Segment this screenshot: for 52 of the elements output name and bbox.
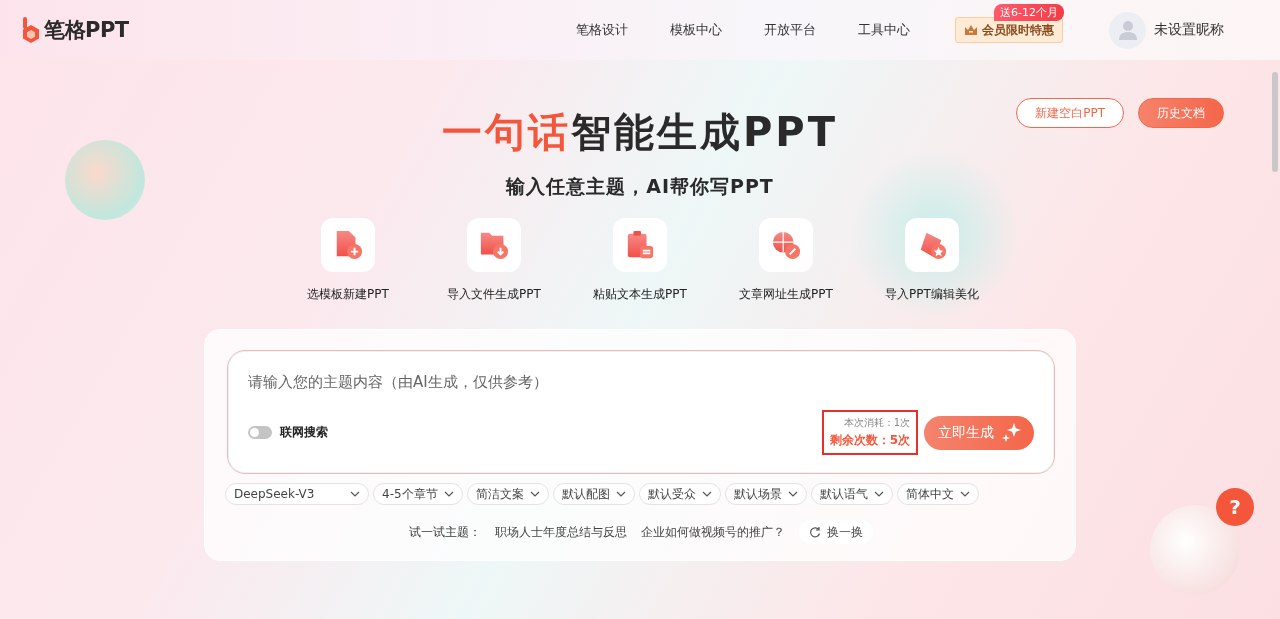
chevron-down-icon [615, 491, 626, 497]
chevron-down-icon [443, 491, 454, 497]
action-label[interactable]: 选模板新建PPT [307, 286, 389, 303]
crown-icon [964, 24, 978, 36]
chevron-down-icon [529, 491, 540, 497]
option-dropdown[interactable]: 简体中文 [896, 483, 979, 505]
chevron-down-icon [873, 491, 884, 497]
promo-badge: 送6-12个月 [994, 4, 1064, 21]
hero-title: 一句话智能生成PPT [442, 108, 838, 157]
nav-link[interactable]: 开放平台 [743, 21, 837, 39]
logo-icon [22, 17, 40, 43]
scrollbar-thumb[interactable] [1272, 72, 1278, 172]
remaining-text: 剩余次数：5次 [829, 432, 910, 449]
action-label[interactable]: 粘贴文本生成PPT [593, 286, 687, 303]
action-label[interactable]: 导入PPT编辑美化 [885, 286, 979, 303]
prompt-field[interactable]: 请输入您的主题内容（由AI生成，仅供参考） 联网搜索 本次消耗：1次 剩余次数：5次 立即生成 [227, 350, 1055, 474]
option-dropdown[interactable]: DeepSeek-V3 [225, 483, 369, 505]
option-dropdown[interactable]: 默认配图 [552, 483, 635, 505]
suggestion-label: 试一试主题： [409, 523, 481, 541]
action-tile[interactable] [905, 218, 959, 272]
logo-text: 笔格PPT [44, 17, 129, 44]
nav-link[interactable]: 笔格设计 [555, 21, 649, 39]
action-label[interactable]: 文章网址生成PPT [739, 286, 833, 303]
web-search-toggle[interactable] [248, 426, 272, 439]
action-tile[interactable] [321, 218, 375, 272]
nav-link[interactable]: 模板中心 [649, 21, 743, 39]
web-search-label: 联网搜索 [280, 424, 328, 441]
topic-link[interactable]: 企业如何做视频号的推广？ [641, 523, 785, 541]
action-label[interactable]: 导入文件生成PPT [447, 286, 541, 303]
promo-button[interactable]: 会员限时特惠 [955, 17, 1063, 43]
chevron-down-icon [701, 491, 712, 497]
action-tile[interactable] [613, 218, 667, 272]
action-tile[interactable] [759, 218, 813, 272]
nav-link[interactable]: 工具中心 [837, 21, 931, 39]
option-dropdown[interactable]: 默认受众 [638, 483, 721, 505]
clipboard-icon [625, 229, 655, 261]
topic-link[interactable]: 职场人士年度总结与反思 [495, 523, 627, 541]
option-dropdown[interactable]: 默认场景 [724, 483, 807, 505]
cost-text: 本次消耗：1次 [843, 416, 910, 430]
user-silhouette-icon [1118, 20, 1137, 40]
chevron-down-icon [787, 491, 798, 497]
hero-subtitle: 输入任意主题，AI帮你写PPT [506, 174, 774, 199]
chevron-down-icon [350, 491, 360, 497]
option-dropdown[interactable]: 默认语气 [810, 483, 893, 505]
chevron-down-icon [959, 491, 970, 497]
refresh-button[interactable]: 换一换 [799, 520, 873, 544]
action-tile[interactable] [467, 218, 521, 272]
user-name[interactable]: 未设置昵称 [1154, 21, 1224, 39]
option-dropdown[interactable]: 简洁文案 [466, 483, 549, 505]
option-dropdown[interactable]: 4-5个章节 [373, 483, 463, 505]
globe-link-icon [771, 229, 801, 261]
refresh-icon [809, 526, 821, 538]
